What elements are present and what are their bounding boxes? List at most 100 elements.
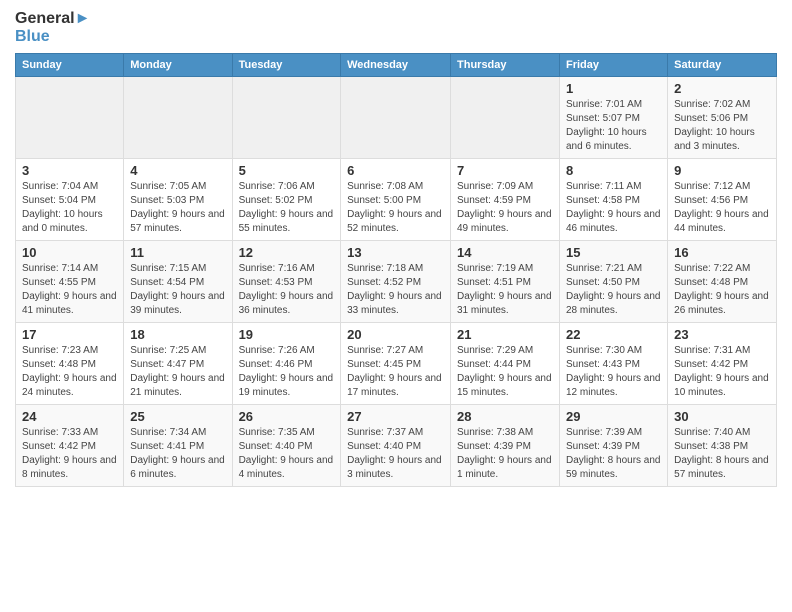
calendar-table: SundayMondayTuesdayWednesdayThursdayFrid… [15,53,777,487]
day-number: 2 [674,81,770,96]
day-number: 13 [347,245,444,260]
day-info: Sunrise: 7:37 AM Sunset: 4:40 PM Dayligh… [347,426,444,482]
calendar-cell: 16Sunrise: 7:22 AM Sunset: 4:48 PM Dayli… [668,241,777,323]
calendar-week-3: 10 Sunrise: 7:14 AM Sunset: 4:55 PM Dayli… [16,241,777,323]
header-cell-saturday: Saturday [668,54,777,77]
day-number: 21 [457,327,553,342]
calendar-cell: 13Sunrise: 7:18 AM Sunset: 4:52 PM Dayli… [341,241,451,323]
day-info: Sunrise: 7:35 AM Sunset: 4:40 PM Dayligh… [239,426,335,482]
calendar-cell: 30 Sunrise: 7:40 AM Sunset: 4:38 PM Dayli… [668,405,777,487]
day-number: 30 [674,409,770,424]
day-number: 7 [457,163,553,178]
calendar-cell [124,77,232,159]
calendar-cell: 18 Sunrise: 7:25 AM Sunset: 4:47 PM Dayli… [124,323,232,405]
day-info: Sunrise: 7:16 AM Sunset: 4:53 PM Dayligh… [239,262,335,318]
day-info: Sunrise: 7:15 AM Sunset: 4:54 PM Dayligh… [130,262,225,318]
calendar-week-4: 17Sunrise: 7:23 AM Sunset: 4:48 PM Dayli… [16,323,777,405]
calendar-cell: 28 Sunrise: 7:38 AM Sunset: 4:39 PM Dayli… [451,405,560,487]
day-number: 4 [130,163,225,178]
day-number: 19 [239,327,335,342]
calendar-week-2: 3 Sunrise: 7:04 AM Sunset: 5:04 PM Daylig… [16,159,777,241]
day-info: Sunrise: 7:12 AM Sunset: 4:56 PM Dayligh… [674,180,770,236]
header-cell-monday: Monday [124,54,232,77]
day-info: Sunrise: 7:25 AM Sunset: 4:47 PM Dayligh… [130,344,225,400]
day-number: 17 [22,327,117,342]
calendar-cell: 19 Sunrise: 7:26 AM Sunset: 4:46 PM Dayli… [232,323,341,405]
calendar-cell: 10 Sunrise: 7:14 AM Sunset: 4:55 PM Dayli… [16,241,124,323]
day-number: 28 [457,409,553,424]
day-number: 15 [566,245,661,260]
header-cell-wednesday: Wednesday [341,54,451,77]
day-info: Sunrise: 7:01 AM Sunset: 5:07 PM Dayligh… [566,98,661,154]
calendar-week-1: 1 Sunrise: 7:01 AM Sunset: 5:07 PM Daylig… [16,77,777,159]
day-number: 24 [22,409,117,424]
calendar-cell: 9Sunrise: 7:12 AM Sunset: 4:56 PM Daylig… [668,159,777,241]
day-info: Sunrise: 7:08 AM Sunset: 5:00 PM Dayligh… [347,180,444,236]
calendar-cell: 24 Sunrise: 7:33 AM Sunset: 4:42 PM Dayli… [16,405,124,487]
day-info: Sunrise: 7:31 AM Sunset: 4:42 PM Dayligh… [674,344,770,400]
day-info: Sunrise: 7:27 AM Sunset: 4:45 PM Dayligh… [347,344,444,400]
day-number: 8 [566,163,661,178]
day-number: 22 [566,327,661,342]
day-info: Sunrise: 7:33 AM Sunset: 4:42 PM Dayligh… [22,426,117,482]
day-info: Sunrise: 7:09 AM Sunset: 4:59 PM Dayligh… [457,180,553,236]
calendar-header-row: SundayMondayTuesdayWednesdayThursdayFrid… [16,54,777,77]
day-number: 14 [457,245,553,260]
calendar-cell [16,77,124,159]
calendar-cell: 17Sunrise: 7:23 AM Sunset: 4:48 PM Dayli… [16,323,124,405]
header: General► Blue [15,10,777,45]
calendar-cell: 25 Sunrise: 7:34 AM Sunset: 4:41 PM Dayli… [124,405,232,487]
calendar-cell: 12 Sunrise: 7:16 AM Sunset: 4:53 PM Dayli… [232,241,341,323]
day-number: 5 [239,163,335,178]
day-info: Sunrise: 7:38 AM Sunset: 4:39 PM Dayligh… [457,426,553,482]
header-cell-sunday: Sunday [16,54,124,77]
day-info: Sunrise: 7:19 AM Sunset: 4:51 PM Dayligh… [457,262,553,318]
calendar-cell: 5 Sunrise: 7:06 AM Sunset: 5:02 PM Daylig… [232,159,341,241]
day-info: Sunrise: 7:34 AM Sunset: 4:41 PM Dayligh… [130,426,225,482]
day-info: Sunrise: 7:30 AM Sunset: 4:43 PM Dayligh… [566,344,661,400]
day-number: 6 [347,163,444,178]
calendar-cell [341,77,451,159]
calendar-cell: 27 Sunrise: 7:37 AM Sunset: 4:40 PM Dayli… [341,405,451,487]
calendar-week-5: 24 Sunrise: 7:33 AM Sunset: 4:42 PM Dayli… [16,405,777,487]
day-number: 1 [566,81,661,96]
calendar-cell: 29 Sunrise: 7:39 AM Sunset: 4:39 PM Dayli… [559,405,667,487]
day-info: Sunrise: 7:02 AM Sunset: 5:06 PM Dayligh… [674,98,770,154]
day-number: 26 [239,409,335,424]
calendar-cell: 20 Sunrise: 7:27 AM Sunset: 4:45 PM Dayli… [341,323,451,405]
calendar-cell: 15 Sunrise: 7:21 AM Sunset: 4:50 PM Dayli… [559,241,667,323]
day-info: Sunrise: 7:29 AM Sunset: 4:44 PM Dayligh… [457,344,553,400]
calendar-cell: 4 Sunrise: 7:05 AM Sunset: 5:03 PM Daylig… [124,159,232,241]
calendar-cell: 14 Sunrise: 7:19 AM Sunset: 4:51 PM Dayli… [451,241,560,323]
day-info: Sunrise: 7:39 AM Sunset: 4:39 PM Dayligh… [566,426,661,482]
day-number: 23 [674,327,770,342]
calendar-cell: 3 Sunrise: 7:04 AM Sunset: 5:04 PM Daylig… [16,159,124,241]
logo-text: General► Blue [15,10,90,45]
day-info: Sunrise: 7:04 AM Sunset: 5:04 PM Dayligh… [22,180,117,236]
calendar-cell: 21 Sunrise: 7:29 AM Sunset: 4:44 PM Dayli… [451,323,560,405]
calendar-cell: 2 Sunrise: 7:02 AM Sunset: 5:06 PM Daylig… [668,77,777,159]
day-number: 20 [347,327,444,342]
day-info: Sunrise: 7:26 AM Sunset: 4:46 PM Dayligh… [239,344,335,400]
calendar-cell: 11 Sunrise: 7:15 AM Sunset: 4:54 PM Dayli… [124,241,232,323]
calendar-cell: 23 Sunrise: 7:31 AM Sunset: 4:42 PM Dayli… [668,323,777,405]
day-info: Sunrise: 7:14 AM Sunset: 4:55 PM Dayligh… [22,262,117,318]
day-info: Sunrise: 7:21 AM Sunset: 4:50 PM Dayligh… [566,262,661,318]
day-number: 3 [22,163,117,178]
calendar-cell: 1 Sunrise: 7:01 AM Sunset: 5:07 PM Daylig… [559,77,667,159]
day-number: 27 [347,409,444,424]
header-cell-friday: Friday [559,54,667,77]
main-container: General► Blue SundayMondayTuesdayWednesd… [0,0,792,497]
day-number: 18 [130,327,225,342]
day-info: Sunrise: 7:05 AM Sunset: 5:03 PM Dayligh… [130,180,225,236]
day-info: Sunrise: 7:40 AM Sunset: 4:38 PM Dayligh… [674,426,770,482]
calendar-cell: 22 Sunrise: 7:30 AM Sunset: 4:43 PM Dayli… [559,323,667,405]
calendar-cell [451,77,560,159]
day-number: 12 [239,245,335,260]
day-number: 11 [130,245,225,260]
day-info: Sunrise: 7:11 AM Sunset: 4:58 PM Dayligh… [566,180,661,236]
day-number: 29 [566,409,661,424]
day-number: 10 [22,245,117,260]
day-number: 25 [130,409,225,424]
day-info: Sunrise: 7:06 AM Sunset: 5:02 PM Dayligh… [239,180,335,236]
